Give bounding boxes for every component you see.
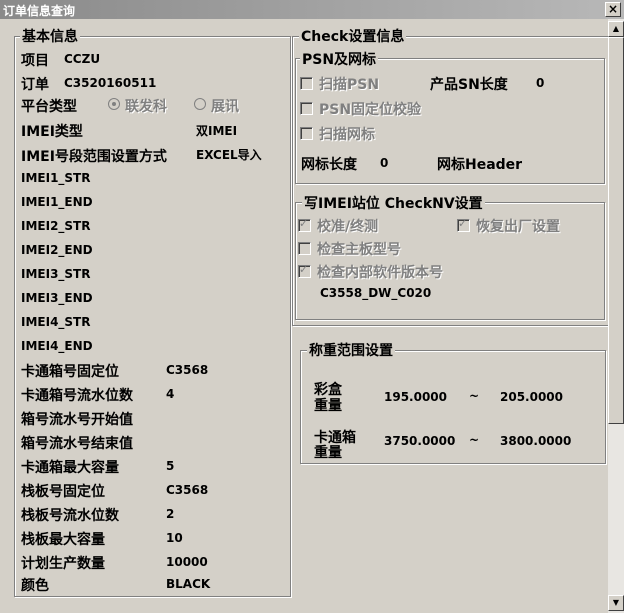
window-title: 订单信息查询 [3, 4, 76, 18]
order-label: 订单 [21, 77, 49, 93]
carton-fixed-value: C3568 [166, 363, 209, 377]
check-board-label: 检查主板型号 [317, 242, 401, 258]
calib-checkbox[interactable] [298, 217, 311, 232]
scan-psn-label: 扫描PSN [319, 77, 380, 93]
imei-range-value: EXCEL导入 [196, 148, 262, 162]
color-label: 颜色 [21, 578, 49, 594]
title-bar: 订单信息查询 × [0, 0, 624, 19]
platform-label: 平台类型 [21, 99, 77, 115]
weight-range-legend: 称重范围设置 [307, 340, 395, 360]
sw-version-value: C3558_DW_C020 [320, 286, 432, 300]
close-button[interactable]: × [605, 2, 621, 17]
pallet-max-value: 10 [166, 531, 183, 545]
scroll-down-button[interactable]: ▼ [608, 595, 624, 611]
platform-mtk-label: 联发科 [125, 99, 167, 115]
calib-label: 校准/终测 [317, 219, 379, 235]
psn-legend: PSN及网标 [300, 49, 379, 69]
carton-weight-label-2: 重量 [314, 445, 342, 461]
psn-fixed-label: PSN固定位校验 [319, 102, 422, 118]
order-value: C3520160511 [64, 76, 157, 90]
scan-mark-label: 扫描网标 [319, 127, 375, 143]
carton-max-label: 卡通箱最大容量 [21, 460, 119, 476]
imei-range-label: IMEI号段范围设置方式 [21, 149, 167, 165]
mark-length-label: 网标长度 [301, 157, 357, 173]
check-settings-legend: Check设置信息 [299, 26, 407, 46]
sn-length-label: 产品SN长度 [430, 77, 508, 93]
imei4-end-label: IMEI4_END [21, 339, 93, 353]
pallet-serial-label: 栈板号流水位数 [21, 508, 119, 524]
scan-psn-checkbox[interactable] [300, 77, 313, 90]
carton-max-value: 5 [166, 459, 175, 473]
pallet-fixed-label: 栈板号固定位 [21, 484, 105, 500]
imei2-str-label: IMEI2_STR [21, 219, 91, 233]
pallet-fixed-value: C3568 [166, 483, 209, 497]
project-label: 项目 [21, 53, 49, 69]
project-value: CCZU [64, 52, 101, 66]
check-board-checkbox[interactable] [298, 242, 311, 255]
imei-type-label: IMEI类型 [21, 124, 83, 140]
imei2-end-label: IMEI2_END [21, 243, 93, 257]
scan-mark-checkbox[interactable] [300, 127, 313, 140]
box-serial-end-label: 箱号流水号结束值 [21, 436, 133, 452]
carton-tilde: ~ [469, 433, 480, 447]
imei3-str-label: IMEI3_STR [21, 267, 91, 281]
psn-fixed-checkbox[interactable] [300, 102, 313, 115]
box-serial-start-label: 箱号流水号开始值 [21, 412, 133, 428]
imei1-str-label: IMEI1_STR [21, 171, 91, 185]
color-box-max-value: 205.0000 [500, 390, 564, 404]
check-sw-checkbox[interactable] [298, 263, 311, 278]
carton-serial-label: 卡通箱号流水位数 [21, 388, 133, 404]
imei-type-value: 双IMEI [196, 124, 238, 138]
factory-reset-checkbox[interactable] [457, 217, 470, 232]
platform-mtk-radio[interactable] [108, 98, 120, 110]
sn-length-value: 0 [536, 76, 545, 90]
carton-min-value: 3750.0000 [384, 434, 456, 448]
color-value: BLACK [166, 577, 211, 591]
platform-spreadtrum-radio[interactable] [194, 98, 206, 110]
scroll-thumb[interactable] [608, 37, 624, 424]
color-box-weight-label-2: 重量 [314, 398, 342, 414]
plan-qty-label: 计划生产数量 [21, 556, 105, 572]
color-box-tilde: ~ [469, 389, 480, 403]
check-sw-label: 检查内部软件版本号 [317, 265, 443, 281]
imei1-end-label: IMEI1_END [21, 195, 93, 209]
plan-qty-value: 10000 [166, 555, 208, 569]
basic-info-legend: 基本信息 [20, 26, 80, 46]
vertical-scrollbar[interactable]: ▲ ▼ [608, 19, 624, 613]
mark-header-label: 网标Header [437, 157, 523, 173]
pallet-max-label: 栈板最大容量 [21, 532, 105, 548]
platform-spreadtrum-label: 展讯 [211, 99, 239, 115]
carton-max-value: 3800.0000 [500, 434, 572, 448]
scroll-up-button[interactable]: ▲ [608, 21, 624, 37]
color-box-min-value: 195.0000 [384, 390, 448, 404]
imei4-str-label: IMEI4_STR [21, 315, 91, 329]
imei3-end-label: IMEI3_END [21, 291, 93, 305]
mark-length-value: 0 [380, 156, 389, 170]
factory-reset-label: 恢复出厂设置 [476, 219, 560, 235]
carton-serial-value: 4 [166, 387, 175, 401]
imei-checknv-legend: 写IMEI站位 CheckNV设置 [302, 193, 485, 213]
carton-fixed-label: 卡通箱号固定位 [21, 364, 119, 380]
pallet-serial-value: 2 [166, 507, 175, 521]
